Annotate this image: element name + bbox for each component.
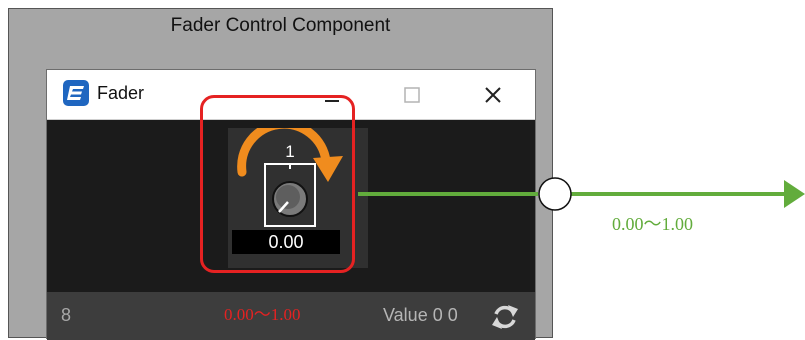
- output-connector: [358, 177, 805, 211]
- arrow-right-icon: [784, 180, 805, 208]
- output-range-label: 0.00～1.00: [612, 214, 693, 234]
- output-node: [538, 177, 572, 211]
